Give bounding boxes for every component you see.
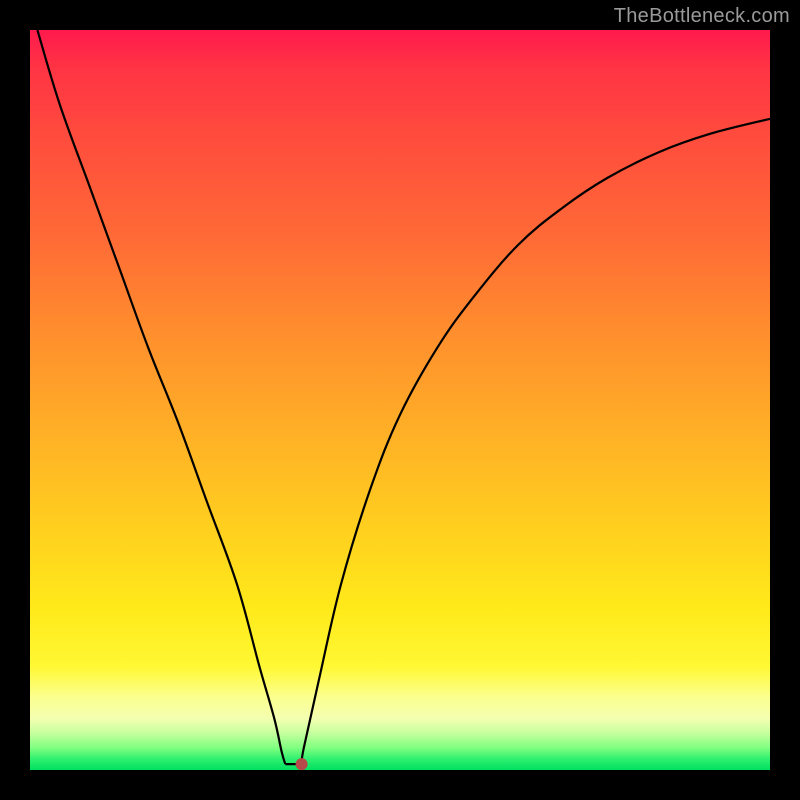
watermark-text: TheBottleneck.com <box>614 5 790 28</box>
bottleneck-curve <box>30 30 770 770</box>
chart-frame: TheBottleneck.com <box>0 0 800 800</box>
minimum-marker <box>296 758 308 770</box>
plot-area <box>30 30 770 770</box>
curve-path <box>37 30 770 764</box>
